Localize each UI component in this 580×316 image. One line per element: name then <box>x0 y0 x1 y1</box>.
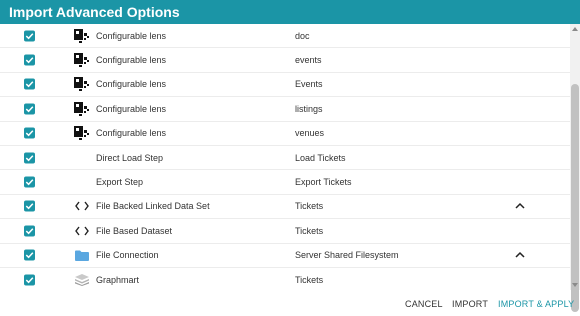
item-name-label: events <box>295 55 322 66</box>
item-type-label: File Connection <box>96 250 159 261</box>
item-type-label: File Backed Linked Data Set <box>96 201 210 212</box>
list-item: Direct Load Step Load Tickets <box>0 146 570 171</box>
item-type-label: Configurable lens <box>96 79 167 90</box>
item-type-label: Configurable lens <box>96 128 167 139</box>
configurable-lens-icon <box>74 28 90 43</box>
row-checkbox[interactable] <box>24 176 35 188</box>
list-item: File Connection Server Shared Filesystem <box>0 244 570 268</box>
row-checkbox[interactable] <box>24 152 35 164</box>
list-item: Configurable lens listings <box>0 97 570 122</box>
row-checkbox[interactable] <box>24 103 35 115</box>
item-type-label: Configurable lens <box>96 55 167 66</box>
configurable-lens-icon <box>74 101 90 116</box>
scroll-up-icon[interactable] <box>572 27 578 31</box>
cancel-button[interactable]: CANCEL <box>405 299 443 309</box>
row-checkbox[interactable] <box>24 30 35 42</box>
list-item: Configurable lens Events <box>0 73 570 98</box>
item-name-label: Server Shared Filesystem <box>295 250 399 261</box>
configurable-lens-icon <box>74 53 90 68</box>
item-type-label: File Based Dataset <box>96 225 173 236</box>
item-type-label: Graphmart <box>96 274 140 285</box>
code-brackets-icon <box>74 199 90 213</box>
item-name-label: Tickets <box>295 201 324 212</box>
import-button[interactable]: IMPORT <box>452 299 488 309</box>
row-checkbox[interactable] <box>24 78 35 90</box>
item-type-label: Direct Load Step <box>96 152 164 163</box>
list-item: Configurable lens doc <box>0 24 570 49</box>
chevron-up-icon[interactable] <box>515 251 525 259</box>
dialog-footer: CANCEL IMPORT IMPORT & APPLY <box>0 290 580 316</box>
scrollbar[interactable] <box>570 24 580 312</box>
scrollbar-thumb[interactable] <box>571 84 579 312</box>
list-item: File Based Dataset Tickets <box>0 219 570 244</box>
item-name-label: listings <box>295 103 323 114</box>
item-name-label: doc <box>295 30 310 41</box>
code-brackets-icon <box>74 224 90 238</box>
chevron-up-icon[interactable] <box>515 202 525 210</box>
list-item: File Backed Linked Data Set Tickets <box>0 195 570 220</box>
row-checkbox[interactable] <box>24 249 35 261</box>
item-type-label: Configurable lens <box>96 30 167 41</box>
configurable-lens-icon <box>74 126 90 141</box>
configurable-lens-icon <box>74 77 90 92</box>
item-name-label: Export Tickets <box>295 177 352 188</box>
list-item: Configurable lens venues <box>0 122 570 146</box>
folder-icon <box>74 248 90 262</box>
import-advanced-options-dialog: Import Advanced Options Configurable len… <box>0 0 580 316</box>
scroll-down-icon[interactable] <box>572 283 578 287</box>
item-name-label: Tickets <box>295 225 324 236</box>
import-and-apply-button[interactable]: IMPORT & APPLY <box>498 299 574 309</box>
row-checkbox[interactable] <box>24 54 35 66</box>
item-name-label: Load Tickets <box>295 152 346 163</box>
row-checkbox[interactable] <box>24 274 35 286</box>
item-type-label: Configurable lens <box>96 103 167 114</box>
item-type-label: Export Step <box>96 177 144 188</box>
item-name-label: Tickets <box>295 274 324 285</box>
list-item: Graphmart Tickets <box>0 268 570 290</box>
graphmart-icon <box>74 273 90 287</box>
import-items-list: Configurable lens doc Configurable lens eve… <box>0 24 570 290</box>
item-name-label: venues <box>295 128 325 139</box>
list-item: Export Step Export Tickets <box>0 170 570 195</box>
row-checkbox[interactable] <box>24 225 35 237</box>
list-item: Configurable lens events <box>0 48 570 73</box>
row-checkbox[interactable] <box>24 200 35 212</box>
row-checkbox[interactable] <box>24 127 35 139</box>
item-name-label: Events <box>295 79 323 90</box>
dialog-title: Import Advanced Options <box>0 0 580 24</box>
